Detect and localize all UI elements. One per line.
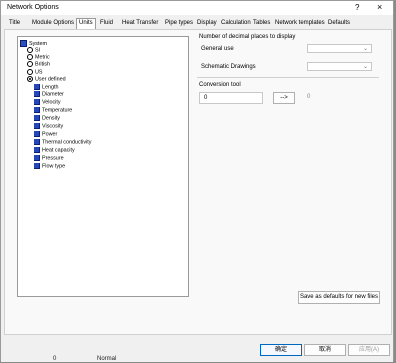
tab-calculation[interactable]: Calculation (221, 20, 251, 26)
unit-icon (34, 163, 40, 169)
tab-display[interactable]: Display (197, 20, 217, 26)
tree-item-flow-type[interactable]: Flow type (34, 163, 65, 170)
chevron-down-icon: ⌄ (362, 64, 368, 70)
general-use-dropdown[interactable]: ⌄ (307, 44, 372, 53)
conversion-tool-heading: Conversion tool (199, 82, 241, 88)
conversion-input[interactable]: 0 (199, 92, 263, 104)
apply-button[interactable]: 应用(A) (348, 344, 390, 356)
general-use-label: General use (201, 46, 234, 52)
background-text: Normal (97, 356, 117, 362)
radio-selected-icon (27, 76, 33, 82)
tree-item-power[interactable]: Power (34, 131, 57, 138)
tree-item-label: Pressure (42, 155, 64, 162)
decimal-places-heading: Number of decimal places to display (199, 34, 296, 40)
unit-icon (34, 107, 40, 113)
schematic-drawings-dropdown[interactable]: ⌄ (307, 62, 372, 71)
tree-item-label: British (35, 61, 50, 68)
ok-button[interactable]: 确定 (260, 344, 302, 356)
tree-item-label: Metric (35, 54, 50, 61)
tree-item-label: Velocity (42, 99, 61, 106)
tree-item-label: Thermal conductivity (42, 139, 92, 146)
help-icon[interactable]: ? (355, 3, 359, 12)
tree-item-user-defined[interactable]: User defined (27, 76, 66, 83)
tree-item-label: Density (42, 115, 60, 122)
unit-icon (34, 123, 40, 129)
unit-icon (34, 139, 40, 145)
radio-icon (27, 54, 33, 60)
tab-heat-transfer[interactable]: Heat Transfer (122, 20, 158, 26)
tree-item-viscosity[interactable]: Viscosity (34, 123, 63, 130)
tree-item-label: Viscosity (42, 123, 64, 130)
window-title: Network Options (7, 4, 59, 11)
chevron-down-icon: ⌄ (362, 46, 368, 52)
save-as-defaults-button[interactable]: Save as defaults for new files (298, 291, 380, 304)
conversion-result: 0 (307, 94, 311, 100)
tab-title[interactable]: Title (9, 20, 20, 26)
tree-item-temperature[interactable]: Temperature (34, 107, 72, 114)
background-text: 0 (53, 356, 57, 362)
tree-item-label: Temperature (42, 107, 73, 114)
tree-item-pressure[interactable]: Pressure (34, 155, 64, 162)
network-options-dialog: Network Options ? × Title Module Options… (0, 0, 394, 362)
radio-icon (27, 61, 33, 67)
close-icon[interactable]: × (377, 2, 382, 12)
group-divider (197, 77, 379, 78)
tree-item-velocity[interactable]: Velocity (34, 99, 61, 106)
tree-item-diameter[interactable]: Diameter (34, 91, 64, 98)
unit-icon (34, 84, 40, 90)
tree-item-label: Heat capacity (42, 147, 75, 154)
unit-icon (34, 155, 40, 161)
cancel-button[interactable]: 取消 (304, 344, 346, 356)
units-tree[interactable]: System SI Metric British US User defined… (17, 36, 189, 297)
unit-icon (34, 115, 40, 121)
tree-item-british[interactable]: British (27, 61, 50, 68)
tree-item-label: US (35, 69, 43, 76)
unit-icon (34, 99, 40, 105)
tab-defaults[interactable]: Defaults (328, 20, 350, 26)
title-bar: Network Options ? × (1, 1, 393, 15)
tree-item-label: Diameter (42, 91, 64, 98)
tab-fluid[interactable]: Fluid (100, 20, 113, 26)
tree-item-label: SI (35, 47, 41, 54)
tab-tables[interactable]: Tables (253, 20, 270, 26)
schematic-drawings-label: Schematic Drawings (201, 64, 256, 70)
tab-pipe-types[interactable]: Pipe types (165, 20, 193, 26)
tree-item-label: Power (42, 131, 58, 138)
system-icon (20, 40, 27, 47)
unit-icon (34, 147, 40, 153)
convert-button[interactable]: --> (273, 92, 295, 104)
tree-item-density[interactable]: Density (34, 115, 60, 122)
tree-item-heat-capacity[interactable]: Heat capacity (34, 147, 75, 154)
tree-item-label: Flow type (42, 163, 66, 170)
tab-module-options[interactable]: Module Options (32, 20, 74, 26)
unit-icon (34, 131, 40, 137)
radio-icon (27, 69, 33, 75)
tree-item-label: User defined (35, 76, 66, 83)
tree-item-label: Length (42, 84, 59, 91)
tree-item-thermal-conductivity[interactable]: Thermal conductivity (34, 139, 91, 146)
tab-network-templates[interactable]: Network templates (275, 20, 325, 26)
unit-icon (34, 91, 40, 97)
radio-icon (27, 47, 33, 53)
